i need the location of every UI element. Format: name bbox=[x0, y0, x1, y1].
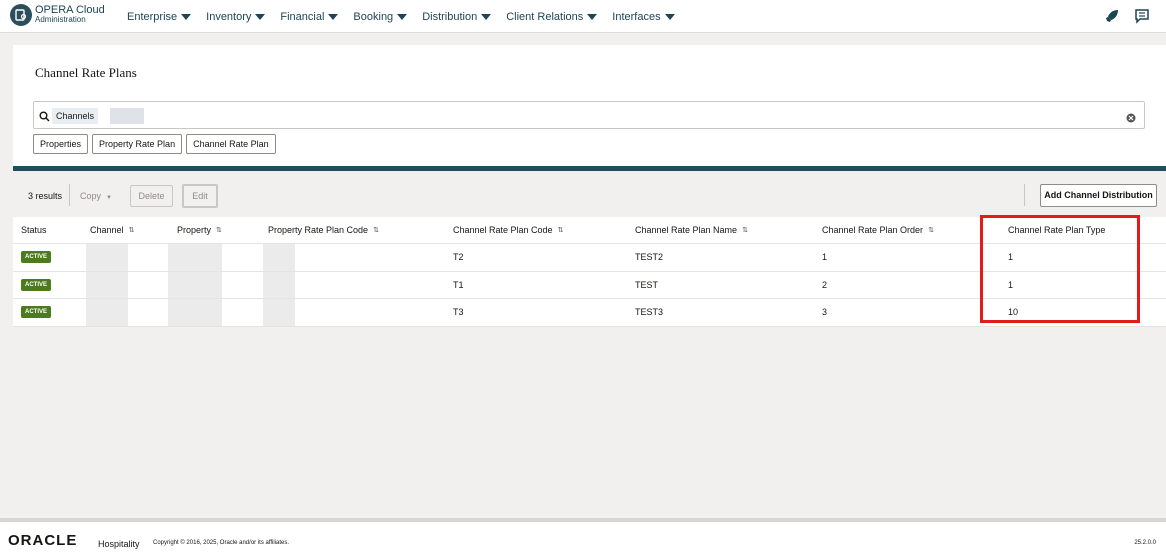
chip-channel-rate-plan[interactable]: Channel Rate Plan bbox=[186, 134, 276, 154]
app-branding: OPERA Cloud Administration bbox=[35, 5, 105, 25]
nav-client-relations[interactable]: Client Relations bbox=[506, 11, 598, 23]
col-property[interactable]: Property ⇅ bbox=[177, 217, 222, 243]
clear-search-icon[interactable] bbox=[1126, 110, 1136, 128]
footer: ORACLE Hospitality Copyright © 2016, 202… bbox=[0, 518, 1166, 558]
status-badge: ACTIVE bbox=[21, 251, 52, 264]
redacted-channel bbox=[86, 271, 128, 298]
redacted-property-rate-plan-code bbox=[263, 271, 295, 298]
col-property-rate-plan-code[interactable]: Property Rate Plan Code ⇅ bbox=[268, 217, 379, 243]
col-channel-rate-plan-code[interactable]: Channel Rate Plan Code ⇅ bbox=[453, 217, 563, 243]
nav-enterprise[interactable]: Enterprise bbox=[127, 11, 192, 23]
sort-icon: ⇅ bbox=[216, 227, 222, 234]
add-channel-distribution-button[interactable]: Add Channel Distribution bbox=[1040, 184, 1157, 207]
redacted-channel bbox=[86, 244, 128, 271]
nav-inventory[interactable]: Inventory bbox=[206, 11, 266, 23]
nav-distribution[interactable]: Distribution bbox=[422, 11, 492, 23]
main-nav: Enterprise Inventory Financial Booking D… bbox=[127, 0, 690, 33]
nav-financial[interactable]: Financial bbox=[280, 11, 339, 23]
col-channel-rate-plan-name[interactable]: Channel Rate Plan Name ⇅ bbox=[635, 217, 748, 243]
copy-button[interactable]: Copy ▼ bbox=[80, 191, 112, 201]
search-icon bbox=[39, 109, 50, 127]
oracle-logo: ORACLE bbox=[8, 532, 78, 549]
nav-booking[interactable]: Booking bbox=[353, 11, 408, 23]
caret-down-icon bbox=[397, 13, 408, 20]
redacted-property-rate-plan-code bbox=[263, 244, 295, 271]
channel-rate-plan-order: 3 bbox=[822, 307, 828, 318]
opera-logo-icon[interactable] bbox=[10, 4, 32, 26]
caret-down-icon bbox=[587, 13, 598, 20]
caret-down-icon bbox=[481, 13, 492, 20]
status-cell: ACTIVE bbox=[21, 299, 52, 326]
nav-interfaces[interactable]: Interfaces bbox=[612, 11, 675, 23]
results-count: 3 results bbox=[28, 191, 63, 201]
chip-property-rate-plan[interactable]: Property Rate Plan bbox=[92, 134, 183, 154]
footer-copyright: Copyright © 2016, 2025, Oracle and/or it… bbox=[153, 540, 290, 546]
channel-rate-plan-code: T2 bbox=[453, 252, 464, 263]
sort-icon: ⇅ bbox=[128, 227, 135, 234]
redacted-property bbox=[168, 271, 222, 298]
col-channel-rate-plan-order[interactable]: Channel Rate Plan Order ⇅ bbox=[822, 217, 934, 243]
channel-rate-plan-name: TEST3 bbox=[635, 307, 664, 318]
status-cell: ACTIVE bbox=[21, 244, 52, 271]
channel-rate-plan-code: T3 bbox=[453, 307, 464, 318]
status-cell: ACTIVE bbox=[21, 272, 52, 299]
search-input[interactable]: Channels bbox=[33, 101, 1145, 129]
channel-rate-plan-order: 2 bbox=[822, 279, 828, 290]
chevron-down-icon: ▼ bbox=[106, 195, 112, 201]
page-title: Channel Rate Plans bbox=[35, 65, 137, 80]
app-subtitle: Administration bbox=[35, 15, 86, 24]
status-badge: ACTIVE bbox=[21, 306, 52, 319]
search-card: Channel Rate Plans Channels Properties P… bbox=[13, 45, 1166, 166]
sort-icon: ⇅ bbox=[557, 227, 564, 234]
results-toolbar: 3 results Copy ▼ Delete Edit Add Channel … bbox=[13, 171, 1166, 217]
sort-icon: ⇅ bbox=[928, 227, 934, 234]
delete-button[interactable]: Delete bbox=[130, 185, 173, 207]
caret-down-icon bbox=[664, 13, 675, 20]
channel-rate-plan-name: TEST bbox=[635, 279, 659, 290]
toolbar-divider bbox=[1024, 184, 1025, 206]
status-badge: ACTIVE bbox=[21, 278, 52, 291]
channel-rate-plan-name: TEST2 bbox=[635, 252, 664, 263]
top-header: OPERA Cloud Administration Enterprise In… bbox=[0, 0, 1166, 33]
caret-down-icon bbox=[255, 13, 266, 20]
col-channel[interactable]: Channel ⇅ bbox=[90, 217, 134, 243]
edit-button[interactable]: Edit bbox=[182, 184, 218, 208]
toolbar-divider bbox=[69, 184, 70, 206]
app-title: OPERA Cloud bbox=[35, 4, 105, 16]
highlight-box bbox=[980, 215, 1140, 323]
messages-icon[interactable] bbox=[1134, 8, 1150, 29]
caret-down-icon bbox=[181, 13, 192, 20]
filter-chips: Properties Property Rate Plan Channel Ra… bbox=[33, 134, 280, 154]
sort-icon: ⇅ bbox=[373, 227, 379, 234]
channel-rate-plan-code: T1 bbox=[453, 279, 464, 290]
redacted-property bbox=[168, 299, 222, 326]
chip-properties[interactable]: Properties bbox=[33, 134, 89, 154]
search-chip-channels[interactable]: Channels bbox=[52, 108, 99, 124]
redacted-channel bbox=[86, 299, 128, 326]
channel-rate-plan-order: 1 bbox=[822, 252, 828, 263]
caret-down-icon bbox=[328, 13, 339, 20]
redacted-property bbox=[168, 244, 222, 271]
rocket-icon[interactable] bbox=[1104, 8, 1120, 29]
sort-icon: ⇅ bbox=[742, 227, 748, 234]
col-status[interactable]: Status bbox=[21, 217, 47, 243]
footer-product: Hospitality bbox=[98, 539, 140, 549]
footer-version: 25.2.0.0 bbox=[1134, 540, 1156, 546]
redacted-property-rate-plan-code bbox=[263, 299, 295, 326]
redacted-search-text bbox=[110, 108, 144, 124]
